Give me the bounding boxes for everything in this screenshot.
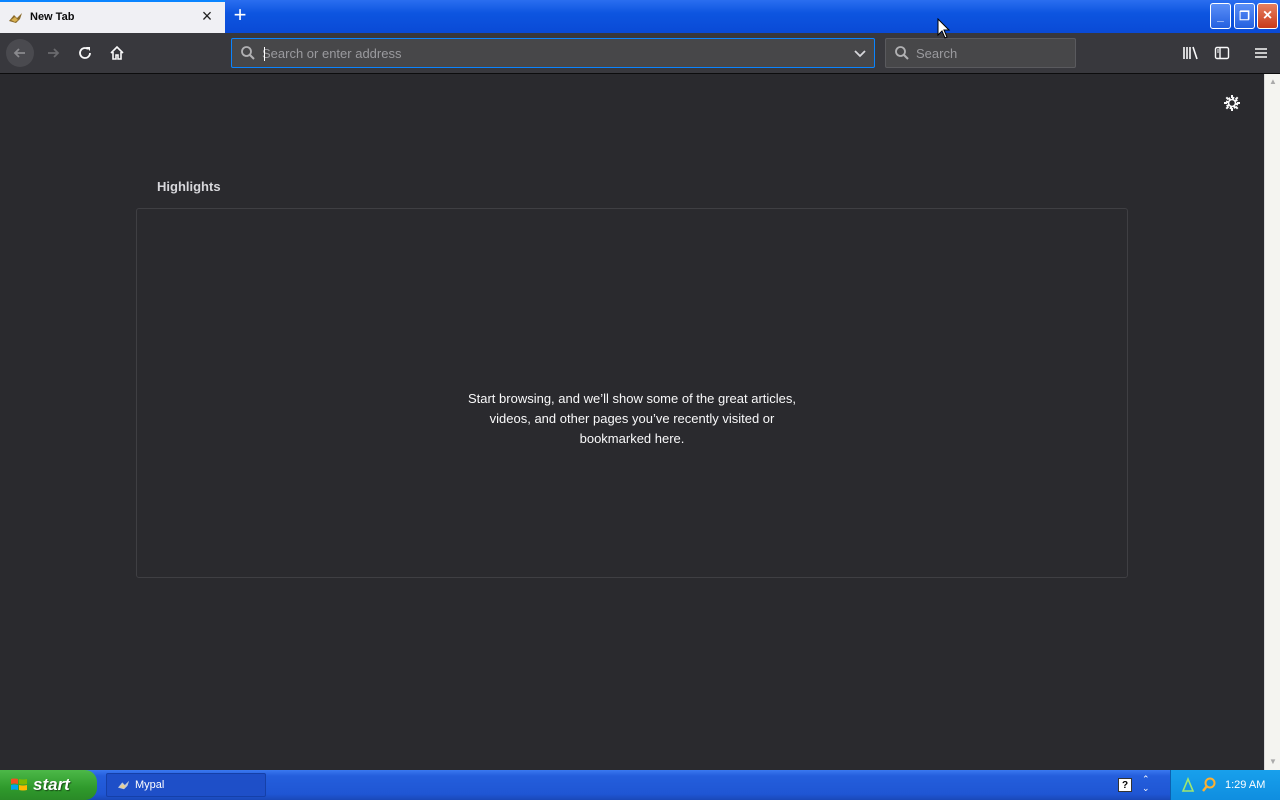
- home-icon: [110, 45, 124, 60]
- system-tray: 1:29 AM: [1170, 770, 1280, 800]
- tab-title: New Tab: [30, 11, 75, 23]
- tab-close-icon[interactable]: ×: [198, 7, 216, 26]
- close-window-button[interactable]: ×: [1257, 3, 1278, 29]
- arrow-right-icon: [48, 48, 60, 58]
- taskbar-item-mypal[interactable]: Mypal: [106, 773, 266, 797]
- vertical-scrollbar[interactable]: ▲ ▼: [1264, 74, 1280, 770]
- back-button[interactable]: [6, 39, 34, 67]
- sidebar-toggle-button[interactable]: [1209, 40, 1235, 66]
- start-label: start: [33, 775, 70, 794]
- window-titlebar[interactable]: New Tab × + _ ❐ ×: [0, 0, 1280, 33]
- help-icon[interactable]: ?: [1118, 778, 1132, 792]
- home-button[interactable]: [104, 40, 130, 66]
- windows-flag-icon: [11, 778, 27, 791]
- scroll-down-icon[interactable]: ▼: [1265, 754, 1280, 770]
- highlights-empty-state: Start browsing, and we’ll show some of t…: [136, 208, 1128, 578]
- mypal-logo-icon: [9, 13, 22, 23]
- library-button[interactable]: [1178, 40, 1204, 66]
- search-icon: [241, 46, 255, 60]
- new-tab-page: Highlights Start browsing, and we’ll sho…: [0, 74, 1264, 770]
- reload-icon: [79, 47, 91, 59]
- tab-new-tab[interactable]: New Tab ×: [0, 0, 225, 33]
- forward-button[interactable]: [40, 40, 66, 66]
- library-icon: [1183, 46, 1198, 60]
- search-input[interactable]: [916, 43, 1066, 63]
- network-icon[interactable]: [1181, 777, 1195, 793]
- address-input[interactable]: [262, 43, 842, 63]
- hamburger-menu-icon: [1255, 48, 1267, 58]
- mypal-logo-icon: [118, 780, 130, 790]
- chevron-down-icon[interactable]: [852, 45, 868, 61]
- search-icon: [895, 46, 909, 60]
- sidebar-icon: [1214, 46, 1230, 60]
- scroll-up-icon[interactable]: ▲: [1265, 74, 1280, 90]
- clock: 1:29 AM: [1225, 779, 1266, 791]
- new-tab-button[interactable]: +: [229, 4, 251, 27]
- start-button[interactable]: start: [0, 770, 97, 800]
- taskbar-item-label: Mypal: [135, 779, 165, 791]
- address-bar[interactable]: [231, 38, 875, 68]
- reload-button[interactable]: [72, 40, 98, 66]
- minimize-button[interactable]: _: [1210, 3, 1231, 29]
- mouse-cursor-icon: [937, 18, 951, 39]
- maximize-button[interactable]: ❐: [1234, 3, 1255, 29]
- tray-expand-icon[interactable]: ⌃ ⌄: [1142, 775, 1150, 793]
- taskbar: start Mypal ? ⌃ ⌄ 1:29 AM: [0, 770, 1280, 800]
- search-bar[interactable]: [885, 38, 1076, 68]
- navigation-toolbar: [0, 33, 1280, 74]
- gear-icon[interactable]: [1223, 94, 1241, 112]
- empty-state-message: Start browsing, and we’ll show some of t…: [467, 391, 797, 446]
- section-title-highlights: Highlights: [157, 179, 221, 194]
- text-cursor: [264, 47, 265, 61]
- search-icon[interactable]: [1201, 777, 1217, 793]
- hamburger-menu-button[interactable]: [1248, 40, 1274, 66]
- arrow-left-icon: [13, 48, 25, 58]
